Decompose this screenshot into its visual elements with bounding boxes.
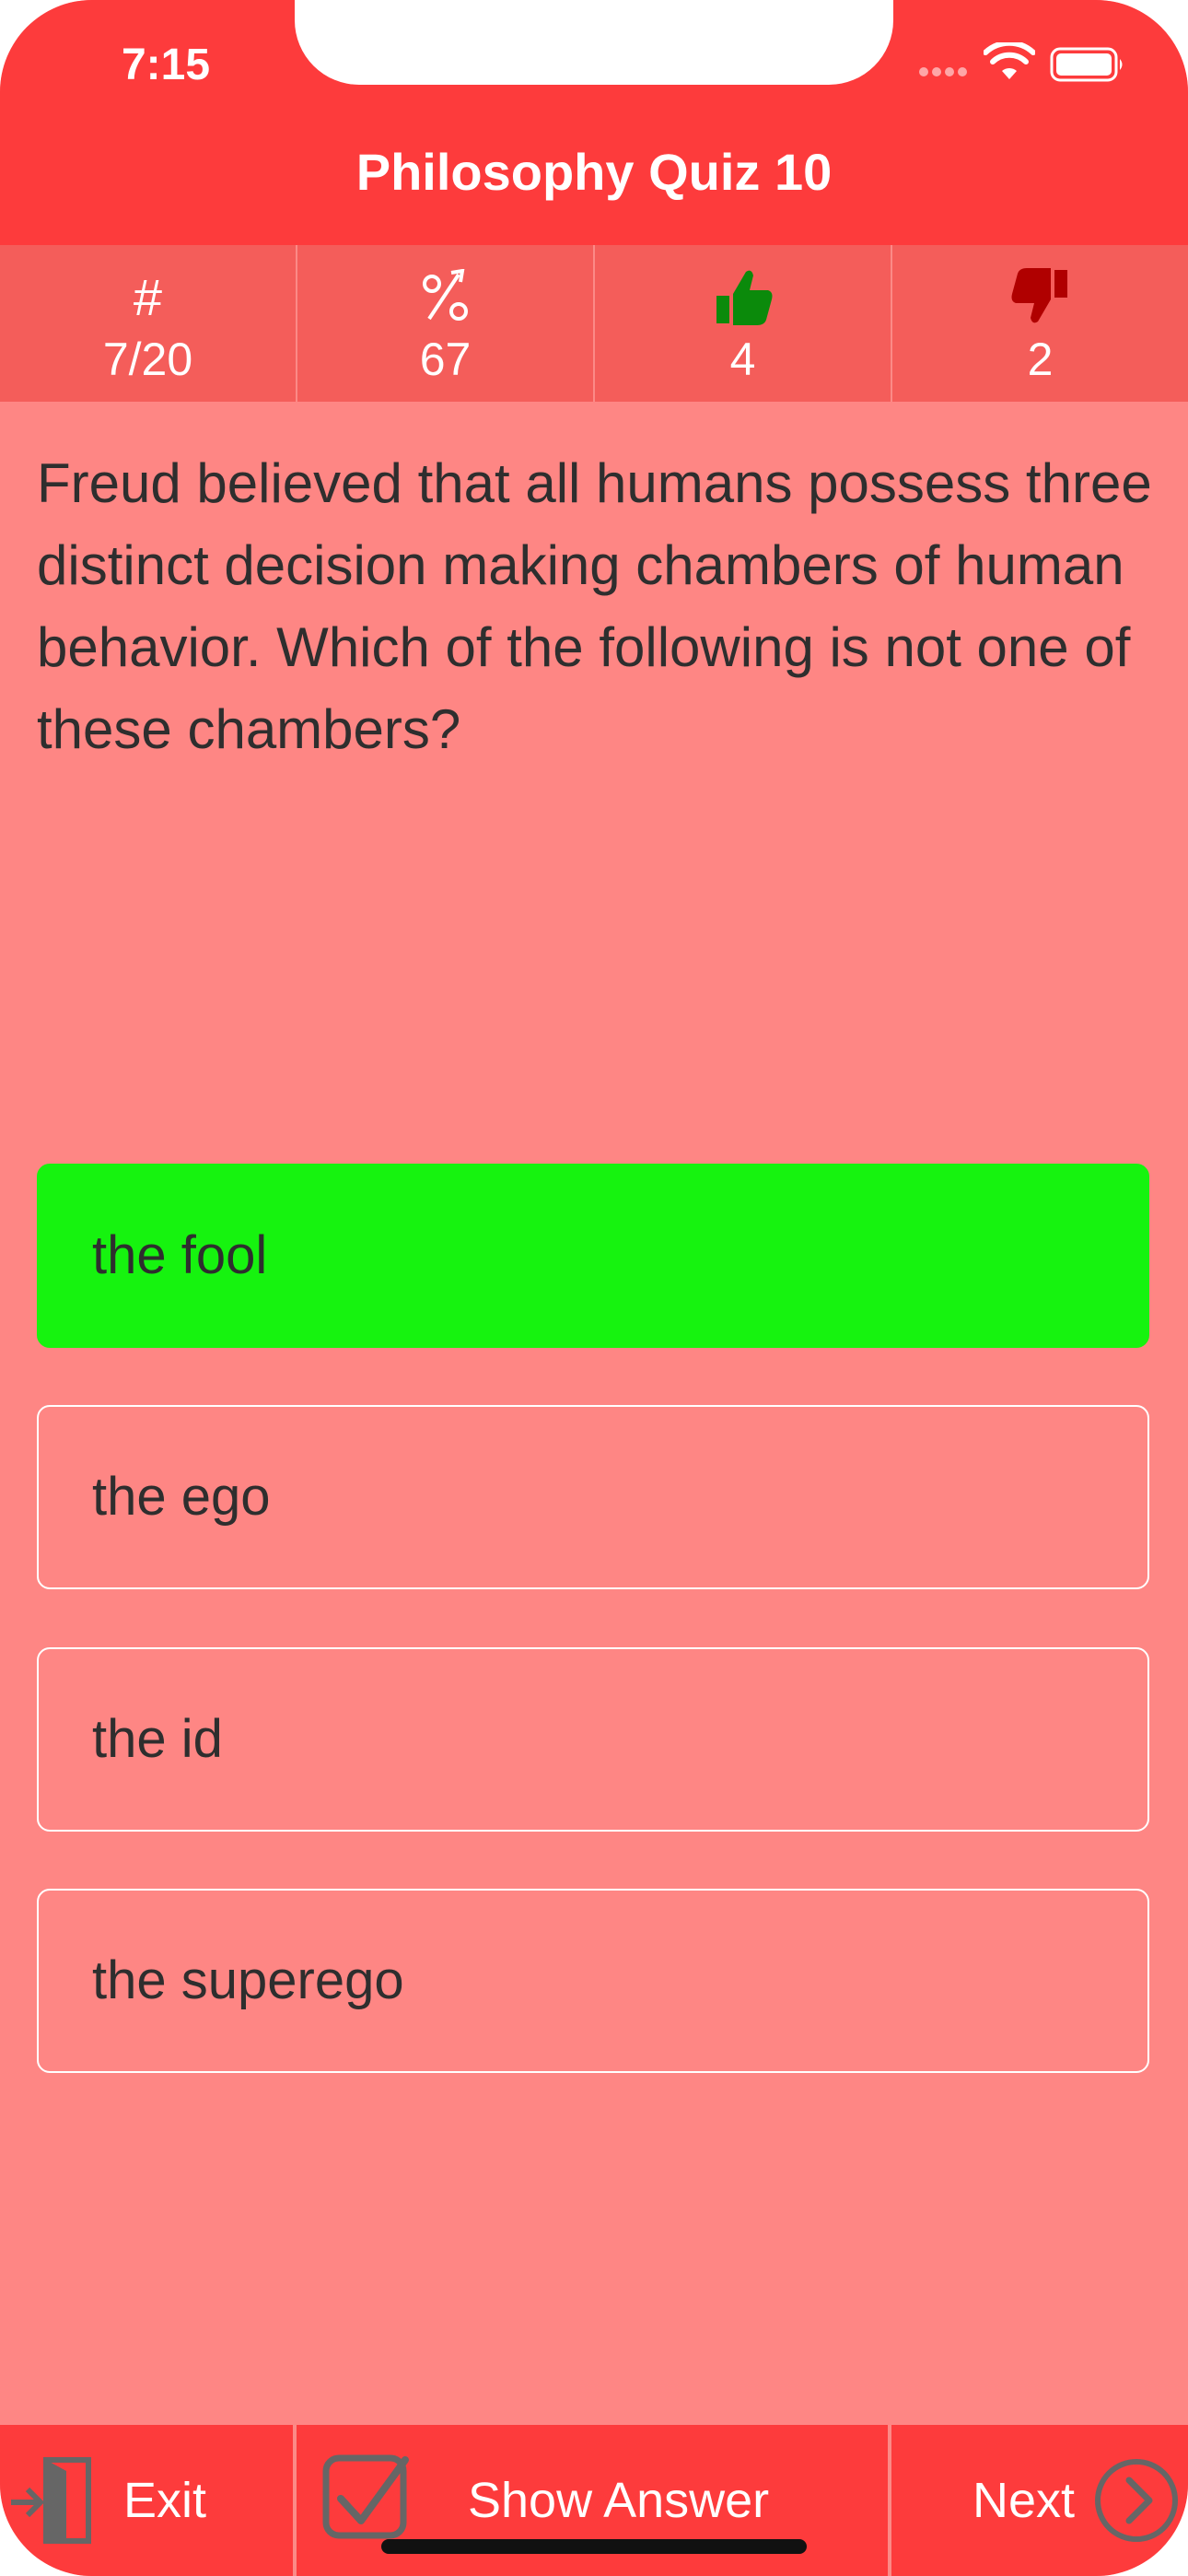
exit-button[interactable]: Exit [0, 2425, 293, 2576]
next-button[interactable]: Next [891, 2425, 1188, 2576]
page-title: Philosophy Quiz 10 [355, 143, 833, 201]
signal-icon [919, 64, 974, 76]
header: 7:15 Philosophy Quiz 10 [0, 0, 1188, 245]
chevron-right-icon [1095, 2459, 1178, 2542]
show-answer-label: Show Answer [468, 2473, 770, 2528]
battery-icon [1050, 47, 1123, 82]
status-time: 7:15 [121, 41, 211, 89]
notch [295, 0, 893, 85]
question-text: Freud believed that all humans possess t… [37, 452, 1152, 760]
wifi-icon [984, 42, 1035, 79]
stat-wrong: 2 [892, 245, 1188, 402]
stat-percent: 67 [297, 245, 595, 402]
stat-value: 2 [1027, 334, 1054, 385]
home-indicator [381, 2539, 807, 2554]
answer-option-1[interactable]: the fool [37, 1164, 1149, 1348]
stat-value: 7/20 [102, 334, 193, 385]
answer-option-3[interactable]: the id [37, 1647, 1149, 1832]
stat-value: 67 [419, 334, 472, 385]
answer-option-4[interactable]: the superego [37, 1889, 1149, 2073]
answer-option-2[interactable]: the ego [37, 1405, 1149, 1589]
next-label: Next [973, 2473, 1076, 2528]
thumbs-up-icon [595, 258, 891, 335]
hash-icon: # [133, 267, 163, 326]
stat-value: 4 [729, 334, 756, 385]
percent-trend-icon [297, 258, 593, 335]
exit-icon [11, 2457, 91, 2544]
stat-question-number: # 7/20 [0, 245, 297, 402]
checkbox-icon [322, 2454, 409, 2539]
status-icons [912, 37, 1170, 92]
phone-screen: 7:15 Philosophy Quiz 10 # 7/20 67 4 2 Fr… [0, 0, 1188, 2576]
thumbs-down-icon [892, 258, 1188, 335]
exit-label: Exit [123, 2473, 207, 2528]
stats-bar: # 7/20 67 4 2 [0, 245, 1188, 402]
stat-correct: 4 [595, 245, 892, 402]
